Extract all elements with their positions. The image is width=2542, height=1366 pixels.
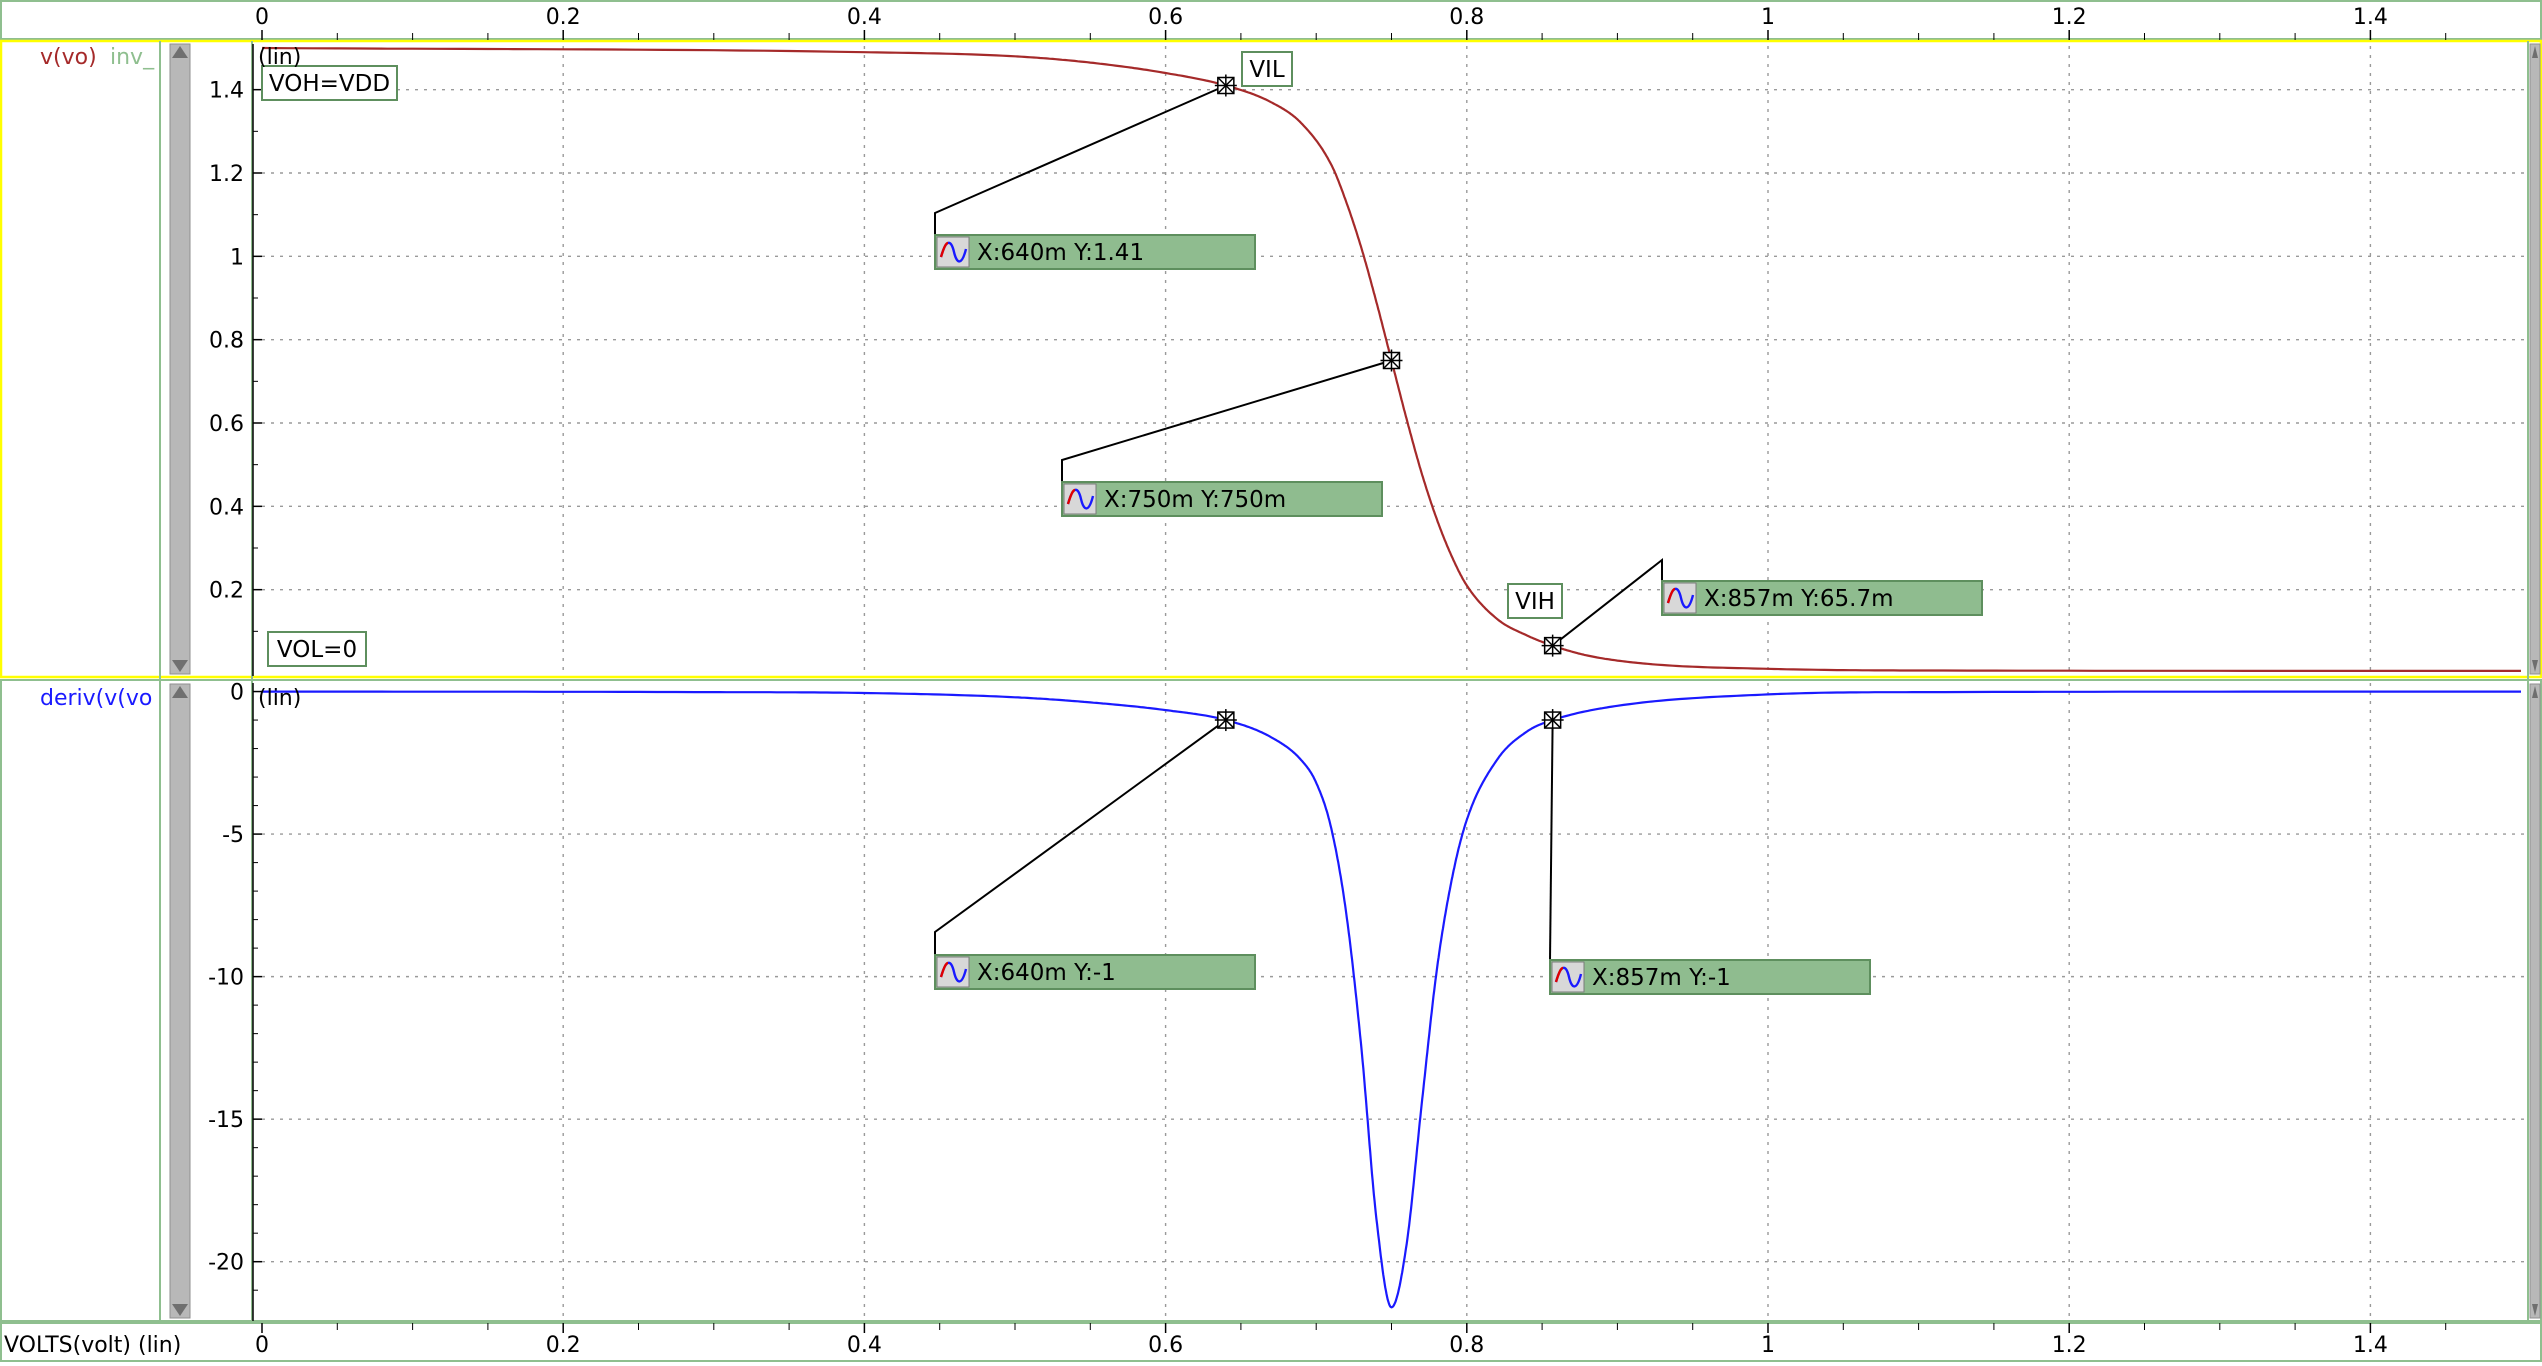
x-tick-label-top: 0.4 — [847, 5, 882, 30]
x-tick-label-top: 1.4 — [2353, 5, 2388, 30]
x-tick-label-bottom: 0.6 — [1148, 1333, 1183, 1358]
top-panel-scrollbar-track[interactable] — [169, 43, 191, 675]
annotation-tag-text: VIH — [1515, 589, 1555, 615]
marker-point[interactable] — [1214, 74, 1237, 97]
marker-label-text: X:640m Y:1.41 — [977, 240, 1144, 266]
marker-point[interactable] — [1380, 349, 1403, 372]
y-tick-label-bottom: 0 — [230, 681, 244, 706]
marker-point[interactable] — [1541, 709, 1564, 732]
marker-label-text: X:857m Y:65.7m — [1704, 586, 1893, 612]
bottom-right-scrollbar-track[interactable] — [2529, 683, 2541, 1319]
waveform-icon — [1063, 483, 1097, 515]
annotation-tag[interactable]: VIH — [1507, 583, 1563, 619]
y-tick-label-bottom: -10 — [208, 966, 244, 991]
annotation-tag-text: VOH=VDD — [269, 71, 390, 97]
x-tick-label-bottom: 0.8 — [1449, 1333, 1484, 1358]
top-panel-scrollbar[interactable] — [169, 43, 191, 675]
annotation-tag[interactable]: VOL=0 — [267, 631, 367, 667]
waveform-icon — [936, 956, 970, 988]
scale-label-top: (lin) — [258, 45, 301, 70]
bottom-panel-scrollbar[interactable] — [169, 683, 191, 1319]
annotation-tag[interactable]: VOH=VDD — [261, 65, 398, 101]
x-tick-label-bottom: 0.2 — [546, 1333, 581, 1358]
marker-point[interactable] — [1541, 634, 1564, 657]
waveform-icon — [1663, 582, 1697, 614]
bottom-panel-scrollbar-track[interactable] — [169, 683, 191, 1319]
x-tick-label-top: 0.8 — [1449, 5, 1484, 30]
y-tick-label-top: 1.2 — [209, 162, 244, 187]
legend-signal-deriv[interactable]: deriv(v(vo — [40, 686, 152, 711]
x-tick-label-top: 0.6 — [1148, 5, 1183, 30]
waveform-icon — [936, 236, 970, 268]
marker-label-text: X:857m Y:-1 — [1592, 965, 1731, 991]
y-tick-label-top: 0.2 — [209, 579, 244, 604]
x-tick-label-top: 1.2 — [2052, 5, 2087, 30]
x-tick-label-bottom: 1.4 — [2353, 1333, 2388, 1358]
y-tick-label-top: 0.6 — [209, 412, 244, 437]
y-tick-label-top: 1 — [230, 245, 244, 270]
top-right-scrollbar[interactable] — [2529, 43, 2541, 675]
x-tick-label-top: 1 — [1761, 5, 1775, 30]
x-tick-label-bottom: 1.2 — [2052, 1333, 2087, 1358]
marker-point[interactable] — [1214, 709, 1237, 732]
legend-signal-inv[interactable]: inv_ — [110, 45, 155, 70]
x-tick-label-top: 0.2 — [546, 5, 581, 30]
marker-label-text: X:750m Y:750m — [1104, 487, 1286, 513]
y-tick-label-bottom: -5 — [222, 823, 244, 848]
x-tick-label-bottom: 0.4 — [847, 1333, 882, 1358]
y-tick-label-bottom: -20 — [208, 1251, 244, 1276]
y-tick-label-top: 0.4 — [209, 495, 244, 520]
scale-label-bottom: (lin) — [258, 686, 301, 711]
annotation-tag[interactable]: VIL — [1241, 51, 1293, 87]
waveform-plot: X:640m Y:1.41 X:750m Y:750m X:857m Y:65.7m… — [0, 0, 2542, 1362]
y-tick-label-bottom: -15 — [208, 1108, 244, 1133]
y-tick-label-top: 1.4 — [209, 79, 244, 104]
annotation-tag-text: VIL — [1249, 57, 1285, 83]
marker-label-text: X:640m Y:-1 — [977, 960, 1116, 986]
bottom-right-scrollbar[interactable] — [2529, 683, 2541, 1319]
legend-signal-vo[interactable]: v(vo) — [40, 45, 97, 70]
x-axis-label: VOLTS(volt) (lin) — [4, 1333, 181, 1358]
waveform-viewer: X:640m Y:1.41 X:750m Y:750m X:857m Y:65.7m… — [0, 0, 2542, 1362]
x-tick-label-bottom: 0 — [255, 1333, 269, 1358]
x-tick-label-bottom: 1 — [1761, 1333, 1775, 1358]
annotation-tag-text: VOL=0 — [277, 637, 357, 663]
x-tick-label-top: 0 — [255, 5, 269, 30]
waveform-icon — [1551, 961, 1585, 993]
top-right-scrollbar-track[interactable] — [2529, 43, 2541, 675]
y-tick-label-top: 0.8 — [209, 329, 244, 354]
